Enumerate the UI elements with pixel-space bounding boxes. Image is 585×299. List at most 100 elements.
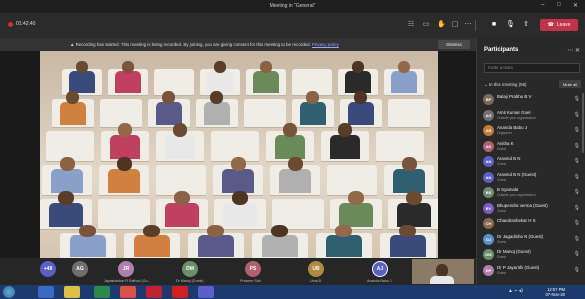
teams-icon[interactable] (198, 286, 214, 298)
participant-video-cutout[interactable] (164, 123, 196, 159)
participant-list-item[interactable]: CH Chandrashekar H S 🎙 (482, 217, 583, 231)
start-button[interactable] (3, 286, 15, 298)
microphone-muted-icon[interactable]: 🎙 (574, 143, 580, 149)
participant-video-cutout[interactable] (347, 91, 375, 125)
participant-video-cutout[interactable] (326, 225, 362, 257)
system-tray-icons[interactable]: ▲ ⌁ ◂) (508, 288, 523, 294)
participant-video-cutout[interactable] (59, 91, 87, 125)
participant-video-cutout[interactable] (262, 225, 298, 257)
participant-list-item[interactable]: AN Aravind B N Guest 🎙 (482, 155, 583, 169)
participant-head (121, 61, 134, 73)
microphone-muted-icon[interactable]: 🎙 (574, 112, 580, 118)
participant-video-cutout[interactable] (397, 191, 431, 227)
participants-icon[interactable]: ☷ (407, 21, 415, 29)
participant-list-item[interactable]: BS B Syamala Outside your organization 🎙 (482, 186, 583, 200)
in-meeting-section-label[interactable]: ⌄ In this meeting (56) (484, 82, 527, 88)
participant-video-cutout[interactable] (155, 91, 183, 125)
privacy-policy-link[interactable]: Privacy policy (312, 42, 339, 47)
more-options-icon[interactable]: ⋯ (567, 48, 573, 54)
participant-list-item[interactable]: DM Dr Manoj (Guest) Guest 🎙 (482, 248, 583, 262)
acrobat-icon[interactable] (172, 286, 188, 298)
microphone-muted-icon[interactable]: 🎙 (574, 96, 580, 102)
windows-taskbar: ▲ ⌁ ◂) 12:57 PM 07-Nov-20 (0, 285, 585, 299)
microphone-muted-icon[interactable]: 🎙 (574, 205, 580, 211)
microphone-muted-icon[interactable]: 🎙 (574, 236, 580, 242)
participant-avatar[interactable]: UB (308, 261, 324, 277)
camera-icon[interactable]: ■ (490, 21, 498, 29)
close-button[interactable]: ✕ (573, 2, 578, 9)
close-panel-icon[interactable]: ✕ (575, 48, 580, 54)
breakout-rooms-icon[interactable]: ▢ (451, 21, 459, 29)
participant-video-cutout[interactable] (49, 191, 83, 227)
microphone-muted-icon[interactable]: 🎙 (574, 174, 580, 180)
participant-video-cutout[interactable] (339, 191, 373, 227)
participant-list-item[interactable]: AG Amit Kumar Goel Outside your organizati… (482, 109, 583, 123)
participant-video-cutout[interactable] (299, 91, 327, 125)
more-actions-icon[interactable]: ⋯ (464, 21, 472, 29)
participant-video-cutout[interactable] (51, 157, 83, 193)
participant-video-cutout[interactable] (279, 157, 311, 193)
minimize-button[interactable]: – (541, 2, 544, 8)
participant-head (337, 123, 352, 137)
raise-hand-icon[interactable]: ✋ (437, 21, 446, 29)
participant-list-item[interactable]: AK Anitha K Guest 🎙 (482, 140, 583, 154)
microphone-icon[interactable]: 🎙 (506, 21, 515, 29)
chat-icon[interactable]: ▭ (422, 21, 430, 29)
clock[interactable]: 12:57 PM 07-Nov-20 (545, 287, 565, 297)
participant-video-cutout[interactable] (69, 61, 95, 93)
folder-icon[interactable] (64, 286, 80, 298)
participant-video-cutout[interactable] (253, 61, 279, 93)
participant-video-cutout[interactable] (390, 225, 426, 257)
mute-all-button[interactable]: Mute all (559, 80, 581, 88)
participant-video-cutout[interactable] (274, 123, 306, 159)
microphone-muted-icon[interactable]: 🎙 (574, 220, 580, 226)
leave-button[interactable]: ☎ Leave (540, 19, 578, 31)
participant-head (231, 191, 248, 205)
participant-video-cutout[interactable] (108, 157, 140, 193)
participant-video-cutout[interactable] (222, 157, 254, 193)
explorer-icon[interactable] (38, 286, 54, 298)
microphone-muted-icon[interactable]: 🎙 (574, 158, 580, 164)
participant-video-cutout[interactable] (70, 225, 106, 257)
dismiss-button[interactable]: Dismiss (438, 40, 470, 49)
media-player-icon[interactable] (94, 286, 110, 298)
maximize-button[interactable]: □ (557, 2, 561, 8)
participant-video-cutout[interactable] (345, 61, 371, 93)
participant-video-cutout[interactable] (223, 191, 257, 227)
participant-video-cutout[interactable] (198, 225, 234, 257)
participant-video-cutout[interactable] (115, 61, 141, 93)
participant-list-item[interactable]: DJ Dr Jagadisha N (Guest) Guest 🎙 (482, 233, 583, 247)
participant-avatar[interactable]: DM (182, 261, 198, 277)
participant-video-cutout[interactable] (203, 91, 231, 125)
participant-video-cutout[interactable] (329, 123, 361, 159)
participant-role: Guest (497, 146, 507, 151)
panel-scrollbar[interactable] (582, 93, 584, 153)
powerpoint-icon[interactable] (146, 286, 162, 298)
participant-avatar[interactable]: JR (118, 261, 134, 277)
participant-list-item[interactable]: DP Dr P Jayanthi (Guest) Guest 🎙 (482, 264, 583, 278)
participant-list-item[interactable]: BV Bhupendra verma (Guest) Guest 🎙 (482, 202, 583, 216)
invite-search-input[interactable]: Invite a team (484, 63, 580, 73)
participant-video-cutout[interactable] (391, 61, 417, 93)
chrome-icon[interactable] (120, 286, 136, 298)
participant-video-cutout[interactable] (165, 191, 199, 227)
participant-video-cutout[interactable] (207, 61, 233, 93)
participant-video-cutout[interactable] (134, 225, 170, 257)
participant-video-cutout[interactable] (393, 157, 425, 193)
microphone-muted-icon[interactable]: 🎙 (574, 189, 580, 195)
microphone-muted-icon[interactable]: 🎙 (574, 127, 580, 133)
microphone-muted-icon[interactable]: 🎙 (574, 267, 580, 273)
participant-avatar[interactable]: AJ (372, 261, 388, 277)
participant-list-item[interactable]: AN Aravind B N (Guest) Guest 🎙 (482, 171, 583, 185)
self-video-preview[interactable] (412, 259, 474, 284)
participant-avatar[interactable]: AG (72, 261, 88, 277)
participant-video-cutout[interactable] (109, 123, 141, 159)
participant-body (390, 235, 426, 257)
participant-avatar[interactable]: PS (245, 261, 261, 277)
microphone-muted-icon[interactable]: 🎙 (574, 251, 580, 257)
participant-list-item[interactable]: BP Balaji Prabhu B V 🎙 (482, 93, 583, 107)
overflow-participants-chip[interactable]: +48 (40, 261, 56, 277)
share-screen-icon[interactable]: ⇧ (522, 21, 530, 29)
participant-list-item[interactable]: AB Ananda Babu J Organizer 🎙 (482, 124, 583, 138)
participant-role: Organizer (497, 131, 512, 135)
